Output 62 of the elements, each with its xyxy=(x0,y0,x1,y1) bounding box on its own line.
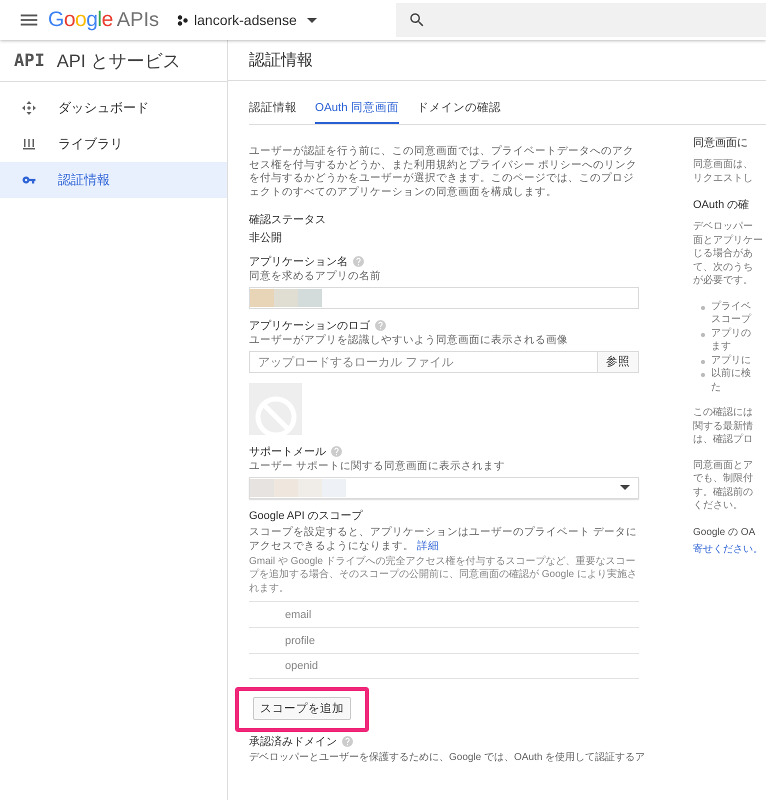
bullet-text: プライベ スコープ xyxy=(711,300,751,326)
details-link[interactable]: 詳細 xyxy=(416,540,439,552)
scope-row: openid xyxy=(249,653,639,680)
field-hint: ユーザーがアプリを認識しやすいよう同意画面に表示される画像 xyxy=(249,332,569,347)
bullet-text: 以前に検 た xyxy=(711,367,751,394)
google-logo[interactable]: Google xyxy=(48,8,113,32)
bullet-text: アプリに xyxy=(711,354,751,367)
sidebar-item[interactable]: ダッシュボード xyxy=(0,90,227,126)
sidebar-title: API とサービス xyxy=(56,50,181,72)
help-icon[interactable] xyxy=(341,735,354,748)
field-label: サポートメール xyxy=(249,444,326,459)
search-field[interactable] xyxy=(396,3,766,37)
panel-link[interactable]: 寄せください。 xyxy=(693,542,763,556)
scope-note: Gmail や Google ドライブへの完全アクセス権を付与するスコープなど、重要なスコープを追加する場合、そのスコープの公開前に、同意画面の確認が Google により実施されます。 xyxy=(249,554,638,596)
move-arrows-icon xyxy=(22,101,36,115)
scope-description: スコープを設定すると、アプリケーションはユーザーのプライベート データにアクセスできるようになります。 詳細 xyxy=(249,524,638,553)
panel-heading: 同意画面に xyxy=(693,136,749,150)
panel-footer-text: Google の OA xyxy=(693,526,756,538)
bullet-dot xyxy=(701,373,705,377)
field-hint: 同意を求めるアプリの名前 xyxy=(249,268,382,283)
dropdown-arrow-icon xyxy=(620,485,630,490)
browse-button[interactable]: 参照 xyxy=(597,352,638,372)
field-label: Google API のスコープ xyxy=(249,508,364,523)
field-label: アプリケーションのロゴ xyxy=(249,318,370,333)
project-selector[interactable]: lancork-adsense xyxy=(173,8,321,32)
search-icon xyxy=(408,11,426,29)
tab[interactable]: OAuth 同意画面 xyxy=(315,97,399,124)
field-label: 承認済みドメイン xyxy=(249,734,337,750)
tab[interactable]: 認証情報 xyxy=(249,97,297,124)
dropdown-arrow-icon xyxy=(306,18,317,22)
scope-row: profile xyxy=(249,627,639,654)
panel-heading: OAuth の確 xyxy=(693,198,750,212)
help-icon[interactable] xyxy=(330,444,343,458)
product-name: APIs xyxy=(116,8,160,32)
field-label: 確認ステータス xyxy=(249,212,327,227)
sidebar-item[interactable]: ライブラリ xyxy=(0,126,227,162)
bullet-dot xyxy=(701,332,705,336)
domains-description: デベロッパーとユーザーを保護するために、Google では、OAuth を使用して認証するア xyxy=(249,751,646,765)
sidebar-item[interactable]: 認証情報 xyxy=(0,162,227,198)
panel-text: この確認には 関する最新情 は、確認プロ xyxy=(693,406,754,446)
field-label: アプリケーション名 xyxy=(249,254,348,269)
intro-text: ユーザーが認証を行う前に、この同意画面では、プライベートデータへのアクセス権を付与するかどうか、また利用規約とプライバシー ポリシーへのリンクを付与するかどうかをユーザーが選択できます。このページでは、このプロジェクトのすべてのアプリケーションの同意画面を構成します。 xyxy=(249,145,638,200)
page-title: 認証情報 xyxy=(249,50,313,70)
bullet-dot xyxy=(701,360,705,364)
help-icon[interactable] xyxy=(352,254,365,268)
bullet-dot xyxy=(701,306,705,310)
field-hint: ユーザー サポートに関する同意画面に表示されます xyxy=(249,458,506,473)
bullet-text: アプリの ます xyxy=(711,326,751,354)
add-scope-button[interactable]: スコープを追加 xyxy=(253,697,351,720)
status-value: 非公開 xyxy=(249,230,283,245)
input-field[interactable] xyxy=(249,286,639,309)
file-input-field[interactable]: アップロードするローカル ファイル 参照 xyxy=(249,350,639,373)
panel-text: 同意画面とア でも、制限付 す。確認前の ください。 xyxy=(693,458,754,512)
help-icon[interactable] xyxy=(374,318,387,332)
tab[interactable]: ドメインの確認 xyxy=(416,97,501,124)
panel-text: 同意画面は、 リクエストし xyxy=(693,158,754,185)
library-icon xyxy=(23,138,35,150)
project-dots-icon xyxy=(177,14,188,26)
panel-text: デベロッパー 面とアプリケー じる場合があ て、次のうち が必要です。 xyxy=(693,220,764,288)
email-select[interactable] xyxy=(249,476,639,499)
api-label: API xyxy=(14,50,45,70)
scope-row: email xyxy=(249,601,639,628)
